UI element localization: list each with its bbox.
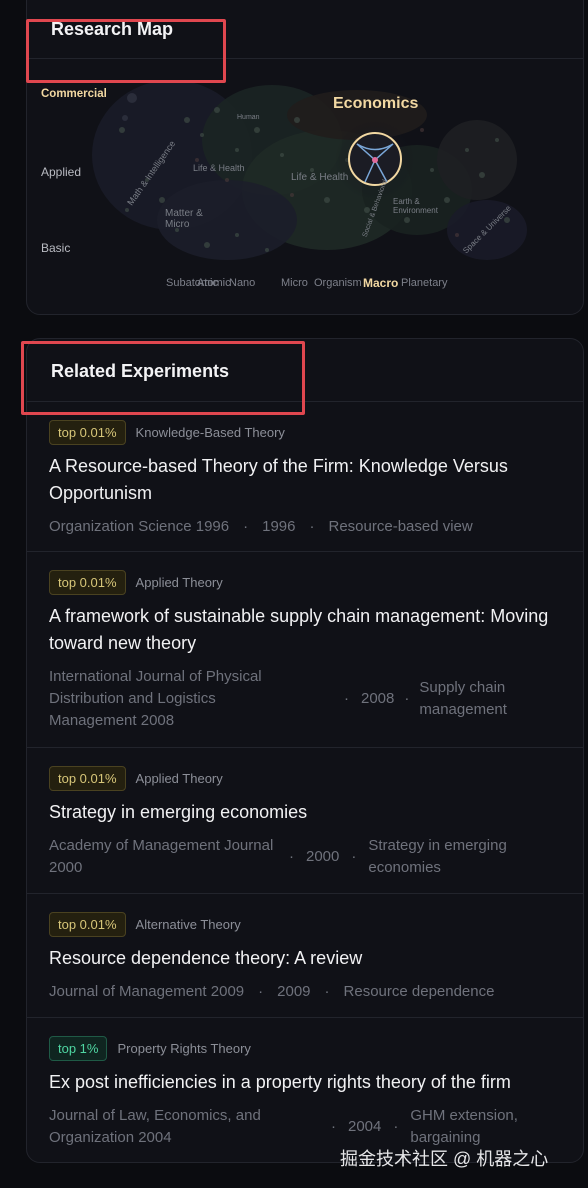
meta-separator: · — [393, 1118, 399, 1135]
highlight-box-research-map — [26, 19, 226, 83]
rank-badge: top 0.01% — [49, 911, 126, 937]
meta-separator: · — [243, 518, 249, 535]
economics-marker-icon — [348, 132, 402, 186]
meta-separator: · — [344, 690, 349, 707]
journal: Journal of Management 2009 — [49, 983, 245, 1000]
region-label-human: Human — [237, 114, 260, 121]
region-label-life-health-small: Life & Health — [193, 163, 245, 173]
highlight-box-related-experiments — [21, 341, 305, 415]
year: 2000 — [306, 848, 340, 865]
x-axis-macro[interactable]: Macro — [363, 276, 398, 290]
region-label-life-health: Life & Health — [291, 172, 349, 183]
journal: Journal of Law, Economics, and Organizat… — [49, 1107, 261, 1146]
theory-category: Applied Theory — [135, 574, 223, 590]
topic: Resource dependence — [343, 983, 495, 1000]
experiment-title[interactable]: Ex post inefficiencies in a property rig… — [49, 1069, 563, 1096]
theory-category: Applied Theory — [135, 770, 223, 786]
experiment-item[interactable]: top 0.01% Knowledge-Based Theory A Resou… — [27, 402, 583, 552]
year: 2008 — [361, 690, 395, 707]
theory-category: Property Rights Theory — [117, 1040, 251, 1056]
topic: Strategy in emerging economies — [368, 837, 507, 876]
y-axis-commercial[interactable]: Commercial — [41, 88, 107, 100]
theory-category: Knowledge-Based Theory — [135, 424, 285, 440]
topic: Supply chain management — [419, 679, 507, 718]
y-axis-applied[interactable]: Applied — [41, 165, 81, 179]
journal: Academy of Management Journal 2000 — [49, 837, 274, 876]
x-axis-atomic[interactable]: Atomic — [197, 277, 231, 289]
experiment-list: top 0.01% Knowledge-Based Theory A Resou… — [27, 402, 583, 1162]
experiment-item[interactable]: top 1% Property Rights Theory Ex post in… — [27, 1018, 583, 1162]
x-axis-organism[interactable]: Organism — [314, 277, 362, 289]
experiment-item[interactable]: top 0.01% Alternative Theory Resource de… — [27, 894, 583, 1018]
region-label-matter-micro: Matter & Micro — [165, 208, 203, 230]
research-map[interactable]: Math & Intelligence Life & Health Life &… — [27, 60, 583, 314]
year: 2004 — [348, 1118, 382, 1135]
experiment-title[interactable]: A framework of sustainable supply chain … — [49, 603, 563, 657]
economics-label[interactable]: Economics — [333, 95, 418, 113]
experiment-title[interactable]: Resource dependence theory: A review — [49, 945, 563, 972]
meta-separator: · — [324, 983, 330, 1000]
experiment-title[interactable]: A Resource-based Theory of the Firm: Kno… — [49, 453, 563, 507]
x-axis-micro[interactable]: Micro — [281, 277, 308, 289]
meta-separator: · — [258, 983, 264, 1000]
watermark: 掘金技术社区 @ 机器之心 — [340, 1149, 549, 1169]
rank-badge: top 0.01% — [49, 569, 126, 595]
rank-badge: top 0.01% — [49, 765, 126, 791]
experiment-item[interactable]: top 0.01% Applied Theory A framework of … — [27, 552, 583, 748]
journal: Organization Science 1996 — [49, 518, 230, 535]
year: 1996 — [262, 518, 296, 535]
topic: GHM extension, bargaining — [410, 1107, 518, 1146]
rank-badge: top 1% — [49, 1035, 108, 1061]
journal: International Journal of Physical Distri… — [49, 668, 262, 729]
related-experiments-panel: Related Experiments top 0.01% Knowledge-… — [26, 338, 584, 1163]
rank-badge: top 0.01% — [49, 419, 126, 445]
experiment-item[interactable]: top 0.01% Applied Theory Strategy in eme… — [27, 748, 583, 894]
y-axis-basic[interactable]: Basic — [41, 241, 70, 255]
meta-separator: · — [331, 1118, 336, 1135]
year: 2009 — [277, 983, 311, 1000]
meta-separator: · — [404, 690, 410, 707]
experiment-title[interactable]: Strategy in emerging economies — [49, 799, 563, 826]
meta-separator: · — [351, 848, 357, 865]
topic: Resource-based view — [328, 518, 473, 535]
meta-separator: · — [309, 518, 315, 535]
theory-category: Alternative Theory — [135, 916, 241, 932]
meta-separator: · — [289, 848, 294, 865]
x-axis-planetary[interactable]: Planetary — [401, 277, 447, 289]
region-label-earth-environment: Earth & Environment — [393, 197, 438, 215]
x-axis-nano[interactable]: Nano — [229, 277, 255, 289]
